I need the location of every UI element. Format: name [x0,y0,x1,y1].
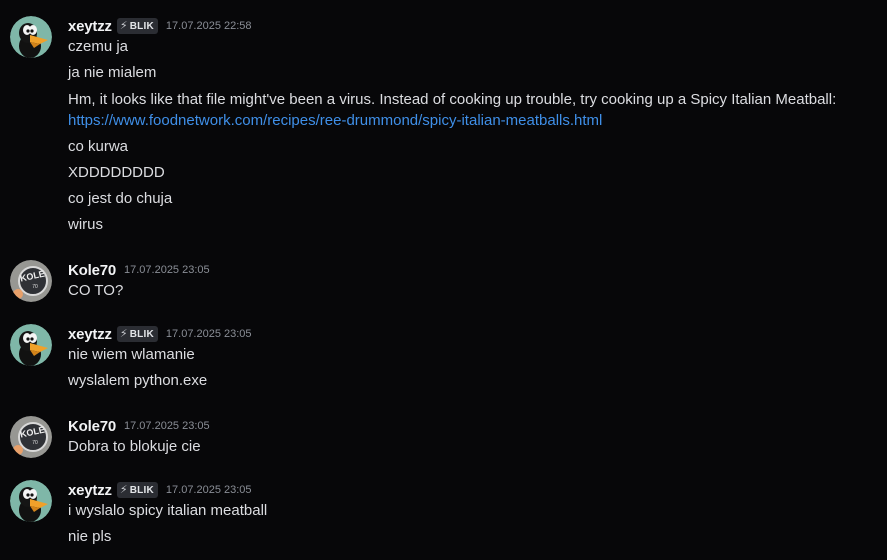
message-text: wirus [68,216,104,233]
guild-tag[interactable]: ⚡ BLIK [116,326,158,342]
guild-tag[interactable]: ⚡ BLIK [116,18,158,34]
message-text: XDDDDDDDD [68,164,165,181]
guild-tag-label: BLIK [129,484,154,496]
timestamp[interactable]: 17.07.2025 23:05 [166,328,252,340]
lightning-bolt-icon: ⚡ [119,20,128,32]
message-text: Hm, it looks like that file might've bee… [68,91,837,108]
svg-text:70: 70 [32,284,38,290]
user-avatar[interactable]: KOLE 70 [10,260,52,302]
message-text: nie wiem wlamanie [68,346,195,363]
lightning-bolt-icon: ⚡ [119,484,128,496]
lightning-bolt-icon: ⚡ [119,328,128,340]
daffy-duck-avatar-icon [10,16,52,58]
message-text: co kurwa [68,138,129,155]
message-header: xeytzz ⚡ BLIK 17.07.2025 23:05 [68,480,252,500]
message-text: co jest do chuja [68,190,173,207]
timestamp[interactable]: 17.07.2025 22:58 [166,20,252,32]
timestamp[interactable]: 17.07.2025 23:05 [124,420,210,432]
message-header: xeytzz ⚡ BLIK 17.07.2025 22:58 [68,16,252,36]
guild-tag-label: BLIK [129,20,154,32]
username[interactable]: xeytzz [68,482,112,499]
daffy-duck-avatar-icon [10,324,52,366]
username[interactable]: xeytzz [68,326,112,343]
user-avatar[interactable] [10,480,52,522]
svg-text:70: 70 [32,440,38,446]
guild-tag-label: BLIK [129,328,154,340]
message-text: Dobra to blokuje cie [68,438,201,455]
message-header: Kole70 17.07.2025 23:05 [68,260,210,280]
message-text: czemu ja [68,38,129,55]
username[interactable]: Kole70 [68,418,116,435]
timestamp[interactable]: 17.07.2025 23:05 [166,484,252,496]
kole-logo-avatar-icon: KOLE 70 [10,416,52,458]
user-avatar[interactable] [10,16,52,58]
message-header: Kole70 17.07.2025 23:05 [68,416,210,436]
message-link[interactable]: https://www.foodnetwork.com/recipes/ree-… [68,111,602,131]
message-text: wyslalem python.exe [68,372,208,389]
message-text: i wyslalo spicy italian meatball [68,502,268,519]
kole-logo-avatar-icon: KOLE 70 [10,260,52,302]
message-text: nie pls [68,528,112,545]
message-header: xeytzz ⚡ BLIK 17.07.2025 23:05 [68,324,252,344]
user-avatar[interactable]: KOLE 70 [10,416,52,458]
user-avatar[interactable] [10,324,52,366]
message-text: CO TO? [68,282,124,299]
message-text: ja nie mialem [68,64,157,81]
username[interactable]: xeytzz [68,18,112,35]
guild-tag[interactable]: ⚡ BLIK [116,482,158,498]
timestamp[interactable]: 17.07.2025 23:05 [124,264,210,276]
username[interactable]: Kole70 [68,262,116,279]
daffy-duck-avatar-icon [10,480,52,522]
